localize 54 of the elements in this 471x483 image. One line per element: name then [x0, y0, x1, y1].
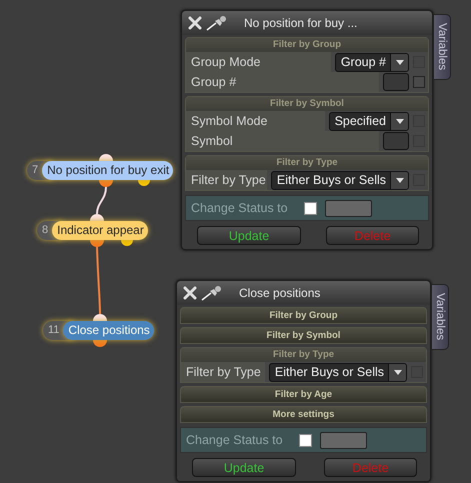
- node-label[interactable]: Close positions: [63, 321, 154, 340]
- pin-icon[interactable]: [201, 285, 223, 301]
- input-field[interactable]: [383, 132, 409, 150]
- dropdown[interactable]: Group #: [334, 52, 409, 72]
- panel-title: No position for buy ...: [244, 16, 358, 30]
- node-label[interactable]: No position for buy exit: [42, 161, 174, 180]
- section-header[interactable]: Filter by Age: [180, 386, 427, 403]
- field-label: Filter by Type: [186, 170, 267, 190]
- field-label: Group #: [186, 72, 379, 92]
- section-header[interactable]: Filter by Group: [180, 307, 427, 324]
- section-header[interactable]: Filter by Type: [181, 348, 426, 362]
- output-port[interactable]: [99, 180, 113, 187]
- output-port[interactable]: [138, 180, 150, 186]
- field-label: Symbol: [186, 131, 379, 151]
- action-button[interactable]: Update: [197, 226, 301, 245]
- connector-line: [96, 246, 101, 314]
- caret-icon: [396, 118, 404, 124]
- pin-icon[interactable]: [206, 15, 228, 31]
- checkbox[interactable]: [413, 76, 425, 88]
- dropdown[interactable]: Either Buys or Sells: [270, 170, 409, 190]
- checkbox[interactable]: [299, 434, 312, 446]
- status-label: Change Status to: [191, 201, 289, 215]
- caret-icon: [396, 178, 404, 182]
- status-field[interactable]: [320, 432, 367, 448]
- output-port[interactable]: [90, 240, 104, 247]
- section-header[interactable]: Filter by Symbol: [186, 97, 428, 111]
- input-port[interactable]: [99, 154, 113, 161]
- output-port[interactable]: [93, 340, 107, 347]
- input-port[interactable]: [93, 314, 107, 321]
- variables-tab[interactable]: Variables: [433, 14, 451, 80]
- checkbox[interactable]: [304, 202, 317, 214]
- close-icon[interactable]: [183, 286, 197, 300]
- input-field[interactable]: [383, 73, 409, 91]
- caret-icon: [394, 370, 402, 374]
- output-port[interactable]: [121, 240, 133, 246]
- close-icon[interactable]: [188, 16, 202, 30]
- panel-title: Close positions: [239, 286, 320, 300]
- field-label: Symbol Mode: [186, 111, 325, 131]
- dropdown[interactable]: Either Buys or Sells: [268, 362, 407, 382]
- section-header[interactable]: Filter by Symbol: [180, 327, 427, 344]
- section-header[interactable]: Filter by Group: [186, 38, 428, 52]
- section-header[interactable]: More settings: [180, 406, 427, 423]
- field-label: Group Mode: [186, 52, 331, 72]
- dropdown[interactable]: Specified: [328, 112, 409, 130]
- field-label: Filter by Type: [181, 362, 265, 382]
- node-label[interactable]: Indicator appear: [52, 221, 148, 240]
- status-field[interactable]: [325, 200, 372, 216]
- status-label: Change Status to: [186, 433, 284, 447]
- input-port[interactable]: [90, 214, 104, 221]
- section-header[interactable]: Filter by Type: [186, 156, 428, 170]
- caret-icon: [396, 60, 404, 64]
- action-button[interactable]: Update: [192, 458, 296, 477]
- variables-tab[interactable]: Variables: [431, 284, 449, 350]
- connector-line: [96, 186, 107, 214]
